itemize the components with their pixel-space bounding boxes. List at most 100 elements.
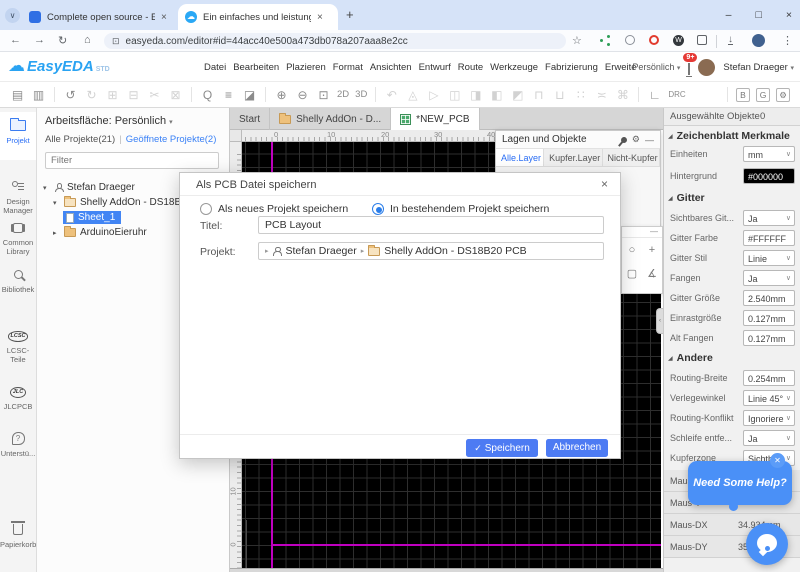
expander-icon[interactable]: ▾	[53, 199, 60, 207]
panel-collapse-handle[interactable]: ‹	[656, 308, 663, 334]
share-extension-icon[interactable]	[600, 35, 610, 45]
zoom-out-button[interactable]: ⊖	[295, 88, 310, 102]
pin-icon[interactable]	[620, 135, 628, 143]
notifier-extension-icon[interactable]	[625, 35, 635, 45]
download-icon[interactable]: ↓	[728, 35, 733, 45]
alt-fangen-input[interactable]: 0.127mm	[743, 330, 795, 346]
copy-button[interactable]: ⊞	[105, 88, 120, 102]
einrastgroesse-input[interactable]: 0.127mm	[743, 310, 795, 326]
menu-werkzeuge[interactable]: Werkzeuge	[490, 62, 538, 73]
tab-start[interactable]: Start	[230, 108, 270, 130]
address-bar[interactable]: ⊡ easyeda.com/editor#id=44acc40e500a473d…	[104, 33, 566, 49]
window-minimize-button[interactable]: –	[726, 9, 732, 21]
browser-menu-icon[interactable]: ⋮	[782, 34, 793, 47]
schleife-select[interactable]: Ja∨	[743, 430, 795, 446]
titel-input[interactable]	[258, 216, 604, 234]
speichern-button[interactable]: ✓Speichern	[466, 439, 538, 457]
distribute-v-button[interactable]: ⊔	[552, 88, 567, 102]
menu-format[interactable]: Format	[333, 62, 363, 73]
bom-button[interactable]: B	[736, 88, 750, 102]
user-avatar[interactable]	[698, 59, 715, 76]
routing-breite-input[interactable]: 0.254mm	[743, 370, 795, 386]
layers-tab-noncopper[interactable]: Nicht-Kupfer	[603, 149, 660, 166]
section-gitter[interactable]: ◢Gitter	[664, 188, 800, 208]
tab-search-button[interactable]: ∨	[5, 8, 20, 23]
tab-close-icon[interactable]: ×	[317, 12, 323, 23]
section-zeichenblatt[interactable]: ◢Zeichenblatt Merkmale	[664, 126, 800, 146]
notifications-button[interactable]: 9+	[688, 58, 690, 76]
sidebar-item-design-manager[interactable]: Design Manager	[0, 178, 36, 215]
sidebar-item-lcsc-teile[interactable]: LCSC LCSC- Teile	[0, 324, 36, 364]
adblock-extension-icon[interactable]	[649, 35, 659, 45]
settings-button[interactable]: ⚙	[776, 88, 790, 102]
open-projects-link[interactable]: Geöffnete Projekte(2)	[126, 134, 217, 145]
sidebar-item-bibliothek[interactable]: Bibliothek	[0, 266, 36, 294]
sidebar-item-jlcpcb[interactable]: JLC JLCPCB	[0, 380, 36, 411]
dialog-close-icon[interactable]: ×	[601, 177, 608, 191]
view-2d-button[interactable]: 2D	[337, 89, 349, 100]
find-similar-button[interactable]: ≡	[221, 88, 236, 102]
window-maximize-button[interactable]: □	[756, 9, 762, 21]
gitter-farbe-input[interactable]: #FFFFFF	[743, 230, 795, 246]
rect-tool-icon[interactable]: ▢	[622, 262, 642, 286]
easyeda-logo[interactable]: ☁ EasyEDA STD	[8, 56, 110, 76]
drc-button[interactable]: DRC	[668, 90, 685, 99]
filter-input[interactable]	[45, 152, 219, 169]
radio-new-project[interactable]: Als neues Projekt speichern	[200, 203, 348, 215]
rotate-button[interactable]: ↶	[384, 88, 399, 102]
menu-fabrizierung[interactable]: Fabrizierung	[545, 62, 598, 73]
section-andere[interactable]: ◢Andere	[664, 348, 800, 368]
sidebar-item-unterstuetzung[interactable]: ? Unterstü...	[0, 428, 36, 458]
view-3d-button[interactable]: 3D	[355, 89, 367, 100]
gitter-groesse-input[interactable]: 2.540mm	[743, 290, 795, 306]
save-button[interactable]: ▤	[10, 88, 25, 102]
workspace-selector[interactable]: Persönlich ▾	[632, 62, 680, 72]
circle-tool-icon[interactable]: ○	[622, 238, 642, 262]
extensions-icon[interactable]	[697, 35, 707, 45]
routing-konflikt-select[interactable]: Ignoriere∨	[743, 410, 795, 426]
browser-tab-active[interactable]: ☁ Ein einfaches und leistungsstar ×	[178, 4, 338, 30]
sidebar-item-projekt[interactable]: Projekt	[0, 112, 36, 160]
caret-icon[interactable]: ▸	[265, 247, 269, 255]
align-bottom-button[interactable]: ◩	[510, 88, 525, 102]
undo-button[interactable]: ↺	[63, 88, 78, 102]
browser-tab-inactive[interactable]: Complete open source - EasyE ×	[22, 4, 176, 30]
home-icon[interactable]: ⌂	[84, 34, 91, 46]
cut-button[interactable]: ✂	[147, 88, 162, 102]
align-left-button[interactable]: ◫	[447, 88, 462, 102]
menu-plazieren[interactable]: Plazieren	[286, 62, 326, 73]
menu-datei[interactable]: Datei	[204, 62, 226, 73]
projekt-breadcrumb-field[interactable]: ▸ Stefan Draeger ▸ Shelly AddOn - DS18B2…	[258, 242, 604, 260]
minimize-icon[interactable]: —	[622, 227, 662, 238]
group-button[interactable]: ⌘	[615, 88, 630, 102]
zoom-fit-button[interactable]: ⊡	[316, 88, 331, 102]
abbrechen-button[interactable]: Abbrechen	[546, 439, 608, 457]
bookmark-star-icon[interactable]: ☆	[572, 34, 582, 47]
sidebar-item-papierkorb[interactable]: Papierkorb	[0, 520, 36, 549]
workspace-dropdown[interactable]: Arbeitsfläche: Persönlich ▾	[45, 115, 173, 127]
delete-button[interactable]: ⊠	[168, 88, 183, 102]
all-projects-link[interactable]: Alle Projekte(21)	[45, 134, 115, 145]
layers-tab-all[interactable]: Alle.Layer	[496, 149, 544, 166]
einheiten-select[interactable]: mm∨	[743, 146, 795, 162]
align-top-button[interactable]: ◧	[489, 88, 504, 102]
radio-icon-selected[interactable]	[372, 203, 384, 215]
redo-button[interactable]: ↻	[84, 88, 99, 102]
route-corner-button[interactable]: ∟	[647, 88, 662, 102]
site-info-icon[interactable]: ⊡	[112, 36, 120, 47]
radio-existing-project[interactable]: In bestehendem Projekt speichern	[372, 203, 549, 215]
duplicate-button[interactable]: ⊟	[126, 88, 141, 102]
caret-icon[interactable]: ▸	[361, 247, 365, 255]
back-icon[interactable]: ←	[10, 34, 21, 46]
zoom-search-button[interactable]: Q	[200, 88, 215, 102]
gitter-stil-select[interactable]: Linie∨	[743, 250, 795, 266]
layers-tab-copper[interactable]: Kupfer.Layer	[544, 149, 602, 166]
gerber-button[interactable]: G	[756, 88, 770, 102]
flip-button[interactable]: ◬	[405, 88, 420, 102]
menu-route[interactable]: Route	[458, 62, 483, 73]
menu-bearbeiten[interactable]: Bearbeiten	[233, 62, 279, 73]
verlegewinkel-select[interactable]: Linie 45°∨	[743, 390, 795, 406]
user-menu[interactable]: Stefan Draeger ▾	[723, 62, 794, 73]
fangen-select[interactable]: Ja∨	[743, 270, 795, 286]
chat-button[interactable]	[746, 523, 788, 565]
